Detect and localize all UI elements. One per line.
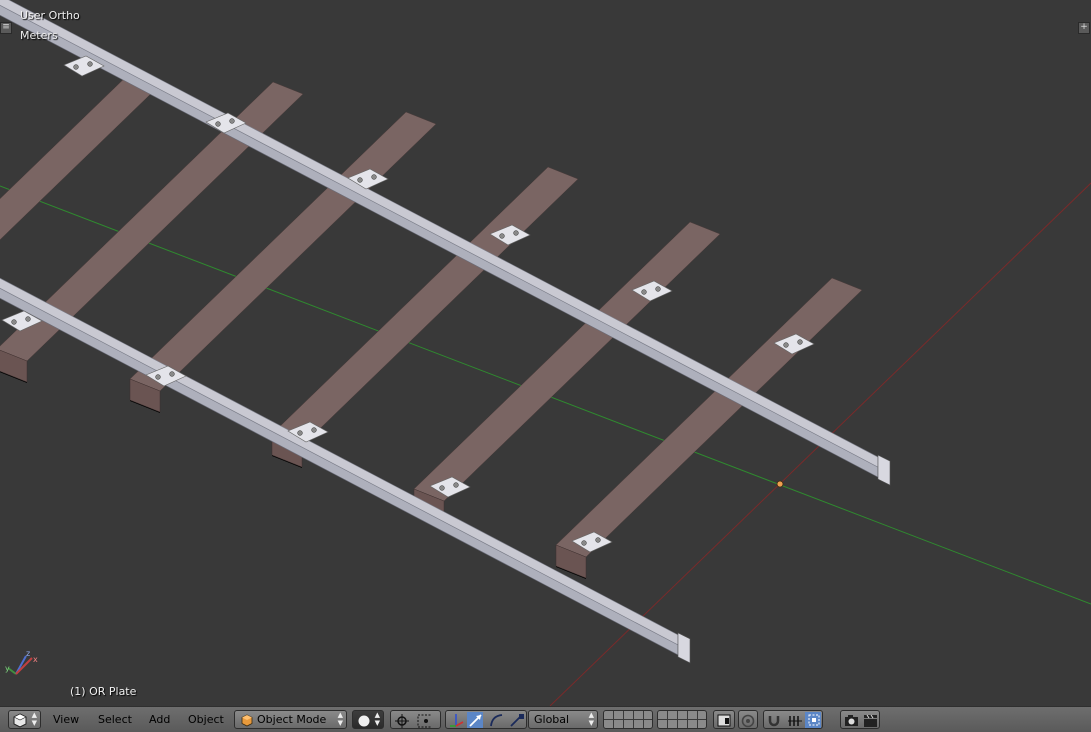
units-label: Meters (20, 29, 58, 42)
proportional-edit-button[interactable] (738, 710, 758, 729)
snap-increment-icon[interactable] (786, 712, 802, 728)
bolt (581, 540, 587, 546)
transform-manipulators (445, 710, 527, 729)
solid-sphere-icon (358, 715, 370, 727)
bolt (453, 482, 459, 488)
manipulate-center-icon (417, 714, 431, 728)
menu-object[interactable]: Object (188, 712, 224, 727)
camera-render-icon[interactable] (843, 712, 859, 728)
rotate-arc-icon[interactable] (488, 712, 504, 728)
updown-arrow-icon: ▲ ▼ (588, 711, 594, 727)
updown-arrow-icon: ▲ ▼ (337, 711, 343, 727)
updown-arrow-icon: ▲ ▼ (374, 711, 380, 727)
menu-add[interactable]: Add (149, 712, 170, 727)
object-cube-icon (241, 714, 253, 727)
bolt (655, 286, 661, 292)
pivot-select[interactable] (390, 710, 441, 729)
bolt (25, 316, 31, 322)
layers-group-2[interactable] (657, 710, 707, 729)
proportional-circle-icon (741, 714, 755, 728)
editor-type-button[interactable]: ▲ ▼ (8, 710, 41, 729)
bolt (783, 342, 789, 348)
menu-view[interactable]: View (53, 712, 79, 727)
manipulator-toggle-icon[interactable] (448, 712, 464, 728)
svg-text:x: x (33, 655, 38, 664)
bolt (499, 233, 505, 239)
bolt (169, 371, 175, 377)
bolt (357, 177, 363, 183)
cube-icon (13, 713, 27, 728)
bolt (371, 174, 377, 180)
translate-arrow-icon[interactable] (467, 712, 483, 728)
object-origin-point (776, 480, 784, 488)
mode-select[interactable]: Object Mode ▲ ▼ (234, 710, 347, 729)
pivot-point-icon (395, 714, 409, 728)
viewport-scene[interactable] (0, 0, 1091, 706)
scale-handle-icon[interactable] (508, 712, 524, 728)
viewport-header: ▲ ▼ View Select Add Object Object Mode ▲ ▼… (0, 706, 1091, 732)
mode-label: Object Mode (257, 713, 327, 726)
bolt (297, 430, 303, 436)
svg-text:y: y (5, 664, 10, 673)
3d-viewport[interactable]: User Ortho Meters (1) OR Plate ≡ + y z x (0, 0, 1091, 706)
far-rail-end (877, 454, 891, 486)
orientation-select[interactable]: Global ▲ ▼ (528, 710, 598, 729)
lock-layers-button[interactable] (713, 710, 735, 729)
bolt (87, 61, 93, 67)
bolt (439, 485, 445, 491)
clapperboard-icon[interactable] (862, 712, 878, 728)
magnet-icon[interactable] (766, 712, 782, 728)
bolt (229, 118, 235, 124)
bolt (797, 339, 803, 345)
properties-toggle-icon[interactable]: + (1078, 22, 1090, 34)
snap-target-icon[interactable] (805, 712, 821, 728)
bolt (155, 374, 161, 380)
render-layer-icon (717, 714, 731, 727)
bolt (311, 427, 317, 433)
tool-shelf-toggle-icon[interactable]: ≡ (0, 22, 12, 34)
shading-select[interactable]: ▲ ▼ (352, 710, 384, 729)
svg-text:z: z (26, 649, 30, 658)
orientation-label: Global (534, 713, 570, 726)
active-object-label: (1) OR Plate (70, 685, 137, 698)
bolt (641, 289, 647, 295)
near-rail-head (0, 277, 679, 646)
bolt (73, 64, 79, 70)
bolt (513, 230, 519, 236)
view-name: User Ortho (20, 9, 80, 22)
bolt (11, 319, 17, 325)
menu-select[interactable]: Select (98, 712, 132, 727)
layers-group-1[interactable] (603, 710, 653, 729)
render-buttons (840, 710, 880, 729)
bolt (215, 121, 221, 127)
updown-arrow-icon: ▲ ▼ (31, 711, 37, 727)
axis-gizmo-icon: y z x (5, 649, 38, 675)
snap-controls (763, 710, 823, 729)
bolt (595, 537, 601, 543)
near-rail-end (677, 632, 691, 664)
